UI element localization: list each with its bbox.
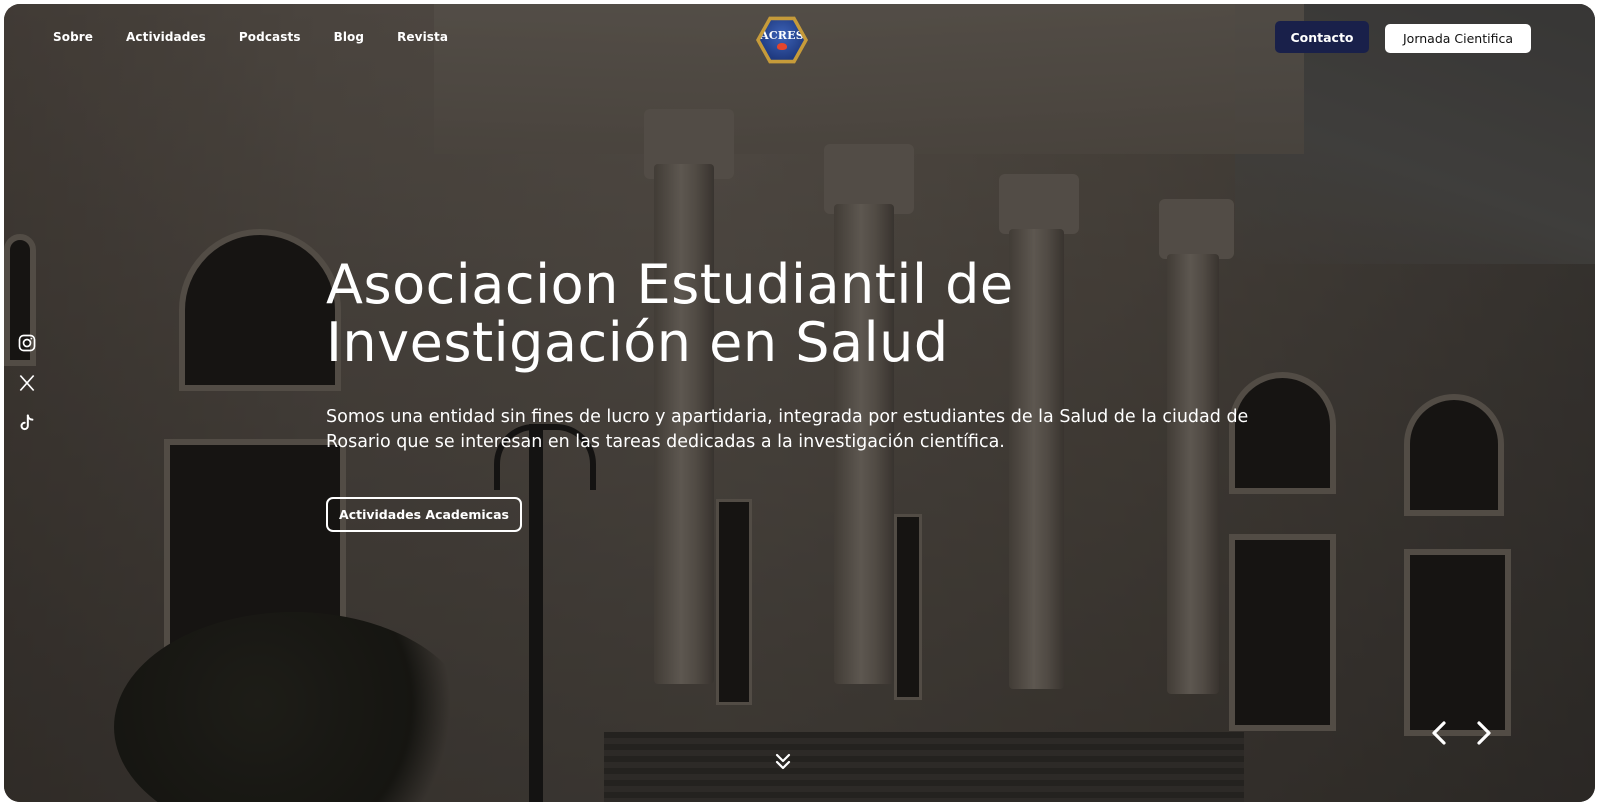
actividades-academicas-button[interactable]: Actividades Academicas (326, 497, 522, 532)
chevron-left-icon[interactable] (1426, 718, 1452, 748)
contacto-button[interactable]: Contacto (1275, 21, 1369, 53)
hero-title-line2: Investigación en Salud (326, 311, 949, 374)
jornada-cientifica-button[interactable]: Jornada Cientifica (1385, 24, 1531, 53)
nav-item-blog[interactable]: Blog (334, 30, 365, 44)
main-nav: Sobre Actividades Podcasts Blog Revista (53, 30, 448, 44)
hero-section: Sobre Actividades Podcasts Blog Revista … (4, 4, 1595, 802)
double-chevron-down-icon[interactable] (772, 751, 794, 773)
logo-flame-icon (777, 43, 787, 50)
social-links (16, 332, 38, 434)
hero-subtitle: Somos una entidad sin fines de lucro y a… (326, 407, 1249, 452)
site-logo[interactable]: ACRES (756, 14, 808, 66)
x-icon[interactable] (16, 372, 38, 394)
tiktok-icon[interactable] (16, 412, 38, 434)
instagram-icon[interactable] (16, 332, 38, 354)
chevron-right-icon[interactable] (1471, 718, 1497, 748)
logo-text: ACRES (760, 29, 804, 42)
hero-title: Asociacion Estudiantil de Investigación … (326, 256, 1146, 372)
nav-item-revista[interactable]: Revista (397, 30, 448, 44)
nav-item-actividades[interactable]: Actividades (126, 30, 206, 44)
nav-item-podcasts[interactable]: Podcasts (239, 30, 301, 44)
nav-item-sobre[interactable]: Sobre (53, 30, 93, 44)
hero-title-line1: Asociacion Estudiantil de (326, 253, 1014, 316)
